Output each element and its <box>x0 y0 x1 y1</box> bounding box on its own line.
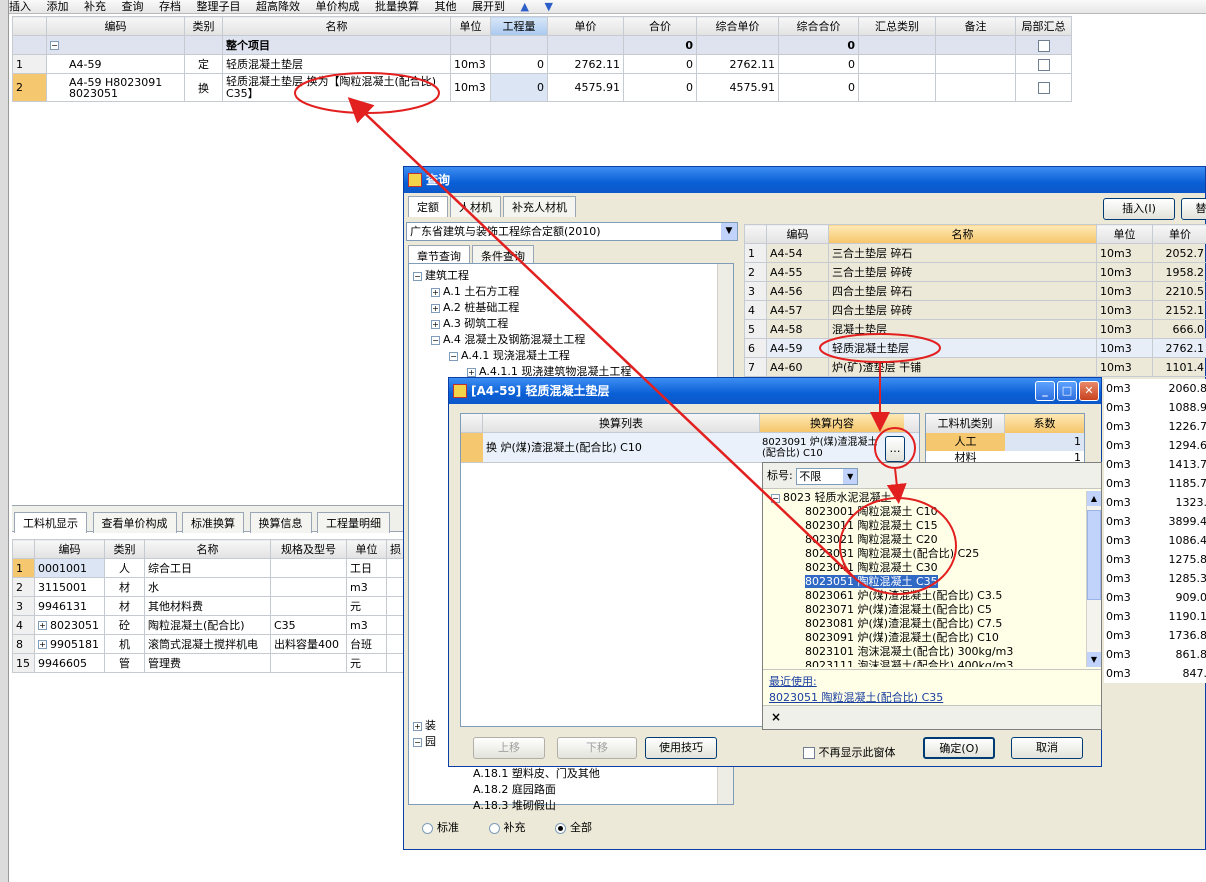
annotation-arrow <box>347 97 853 577</box>
annotation-ellipse <box>839 497 957 595</box>
annotation-ellipse <box>874 427 916 469</box>
annotation-ellipse <box>294 72 440 114</box>
annotation-ellipse <box>819 333 941 363</box>
annotation-overlay <box>294 72 957 595</box>
annotation-arrow <box>886 467 907 504</box>
